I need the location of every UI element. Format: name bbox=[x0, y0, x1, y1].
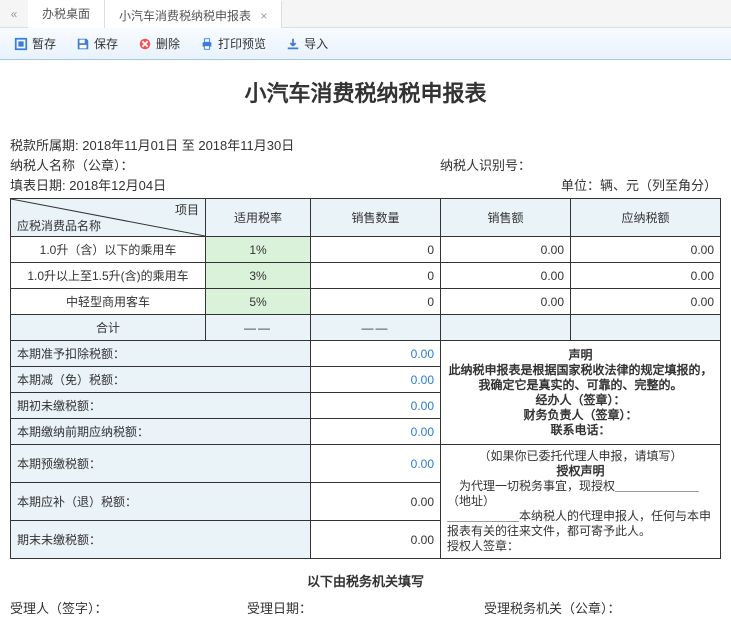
footer-acc-date: 受理日期： bbox=[247, 598, 484, 617]
row-rate[interactable]: 5% bbox=[206, 289, 311, 315]
period-label: 税款所属期: bbox=[10, 138, 79, 153]
row-rate[interactable]: 3% bbox=[206, 263, 311, 289]
declaration-1: 声明 此纳税申报表是根据国家税收法律的规定填报的，我确定它是真实的、可靠的、完整… bbox=[441, 341, 721, 445]
decl1-line2: 经办人（签章）： bbox=[447, 393, 714, 408]
table-row: 1.0升以上至1.5升(含)的乘用车 3% 0 0.00 0.00 bbox=[11, 263, 721, 289]
col-qty: 销售数量 bbox=[311, 199, 441, 237]
left-val[interactable]: 0.00 bbox=[311, 445, 441, 483]
col-rate: 适用税率 bbox=[206, 199, 311, 237]
delete-button[interactable]: 删除 bbox=[130, 33, 188, 54]
unit-label: 单位：辆、元（列至角分） bbox=[561, 178, 717, 193]
main-table: 项目 应税消费品名称 适用税率 销售数量 销售额 应纳税额 1.0升（含）以下的… bbox=[10, 198, 721, 559]
print-button[interactable]: 打印预览 bbox=[192, 33, 274, 54]
print-label: 打印预览 bbox=[218, 35, 266, 52]
row-name: 中轻型商用客车 bbox=[11, 289, 206, 315]
row-amount[interactable]: 0.00 bbox=[441, 263, 571, 289]
decl2-line1: （如果你已委托代理人申报，请填写） bbox=[447, 449, 714, 464]
col-tax: 应纳税额 bbox=[571, 199, 721, 237]
stash-icon bbox=[14, 37, 28, 51]
close-icon[interactable]: × bbox=[260, 9, 267, 23]
page-title: 小汽车消费税纳税申报表 bbox=[10, 76, 721, 108]
delete-label: 删除 bbox=[156, 35, 180, 52]
info-block: 税款所属期: 2018年11月01日 至 2018年11月30日 纳税人名称（公… bbox=[10, 136, 721, 196]
save-button[interactable]: 保存 bbox=[68, 33, 126, 54]
fill-date-label: 填表日期: bbox=[10, 178, 66, 193]
decl1-line1: 此纳税申报表是根据国家税收法律的规定填报的，我确定它是真实的、可靠的、完整的。 bbox=[447, 363, 714, 393]
row-amount[interactable]: 0.00 bbox=[441, 289, 571, 315]
left-val: 0.00 bbox=[311, 483, 441, 521]
table-row: 1.0升（含）以下的乘用车 1% 0 0.00 0.00 bbox=[11, 237, 721, 263]
tab-collapse-icon[interactable]: « bbox=[0, 7, 28, 21]
row-tax: 0.00 bbox=[571, 237, 721, 263]
decl2-line2a: 为代理一切税务事宜，现授权＿＿＿＿＿＿＿（地址） bbox=[447, 479, 714, 509]
left-val[interactable]: 0.00 bbox=[311, 419, 441, 445]
left-val[interactable]: 0.00 bbox=[311, 341, 441, 367]
stash-button[interactable]: 暂存 bbox=[6, 33, 64, 54]
row-name: 1.0升以上至1.5升(含)的乘用车 bbox=[11, 263, 206, 289]
diag-bottom: 应税消费品名称 bbox=[17, 217, 101, 234]
footer-accepter: 受理人（签字）： bbox=[10, 598, 247, 617]
tab-desktop[interactable]: 办税桌面 bbox=[28, 0, 105, 28]
footer-row: 受理人（签字）： 受理日期： 受理税务机关（公章）： bbox=[10, 598, 721, 617]
row-rate[interactable]: 1% bbox=[206, 237, 311, 263]
content-area: 小汽车消费税纳税申报表 税款所属期: 2018年11月01日 至 2018年11… bbox=[0, 60, 731, 617]
diag-header: 项目 应税消费品名称 bbox=[11, 199, 206, 237]
tab-label: 小汽车消费税纳税申报表 bbox=[119, 9, 251, 23]
payer-id-label: 纳税人识别号： bbox=[440, 158, 531, 173]
total-amount bbox=[441, 315, 571, 341]
total-tax bbox=[571, 315, 721, 341]
decl2-line3: 授权人签章： bbox=[447, 539, 714, 554]
decl1-line3: 财务负责人（签章）： bbox=[447, 408, 714, 423]
print-icon bbox=[200, 37, 214, 51]
left-val[interactable]: 0.00 bbox=[311, 367, 441, 393]
import-label: 导入 bbox=[304, 35, 328, 52]
payer-name-label: 纳税人名称（公章）： bbox=[10, 158, 134, 173]
left-label: 本期减（免）税额： bbox=[11, 367, 311, 393]
import-button[interactable]: 导入 bbox=[278, 33, 336, 54]
stash-label: 暂存 bbox=[32, 35, 56, 52]
total-row: 合计 —— —— bbox=[11, 315, 721, 341]
left-label: 期初未缴税额： bbox=[11, 393, 311, 419]
decl2-line2b: ＿＿＿＿＿＿本纳税人的代理申报人，任何与本申报表有关的往来文件，都可寄予此人。 bbox=[447, 509, 714, 539]
tab-current[interactable]: 小汽车消费税纳税申报表 × bbox=[105, 0, 282, 28]
footer-section-title: 以下由税务机关填写 bbox=[10, 571, 721, 590]
row-tax: 0.00 bbox=[571, 289, 721, 315]
left-val[interactable]: 0.00 bbox=[311, 393, 441, 419]
save-label: 保存 bbox=[94, 35, 118, 52]
decl2-title: 授权声明 bbox=[447, 464, 714, 479]
period-value: 2018年11月01日 至 2018年11月30日 bbox=[82, 138, 294, 153]
left-label: 本期应补（退）税额： bbox=[11, 483, 311, 521]
decl1-title: 声明 bbox=[447, 348, 714, 363]
toolbar: 暂存 保存 删除 打印预览 导入 bbox=[0, 28, 731, 60]
tab-bar: « 办税桌面 小汽车消费税纳税申报表 × bbox=[0, 0, 731, 28]
row-tax: 0.00 bbox=[571, 263, 721, 289]
total-label: 合计 bbox=[11, 315, 206, 341]
left-label: 本期预缴税额： bbox=[11, 445, 311, 483]
decl1-line4: 联系电话： bbox=[447, 423, 714, 438]
row-qty[interactable]: 0 bbox=[311, 263, 441, 289]
save-icon bbox=[76, 37, 90, 51]
row-qty[interactable]: 0 bbox=[311, 289, 441, 315]
row-qty[interactable]: 0 bbox=[311, 237, 441, 263]
fill-date-value: 2018年12月04日 bbox=[69, 178, 166, 193]
footer-acc-org: 受理税务机关（公章）： bbox=[484, 598, 721, 617]
left-label: 期末未缴税额： bbox=[11, 521, 311, 559]
row-amount[interactable]: 0.00 bbox=[441, 237, 571, 263]
table-row: 中轻型商用客车 5% 0 0.00 0.00 bbox=[11, 289, 721, 315]
col-amount: 销售额 bbox=[441, 199, 571, 237]
delete-icon bbox=[138, 37, 152, 51]
diag-top: 项目 bbox=[175, 201, 199, 218]
left-label: 本期缴纳前期应纳税额： bbox=[11, 419, 311, 445]
row-name: 1.0升（含）以下的乘用车 bbox=[11, 237, 206, 263]
dash-cell: —— bbox=[311, 315, 441, 341]
import-icon bbox=[286, 37, 300, 51]
left-val: 0.00 bbox=[311, 521, 441, 559]
dash-cell: —— bbox=[206, 315, 311, 341]
left-label: 本期准予扣除税额： bbox=[11, 341, 311, 367]
declaration-2: （如果你已委托代理人申报，请填写） 授权声明 为代理一切税务事宜，现授权＿＿＿＿… bbox=[441, 445, 721, 559]
